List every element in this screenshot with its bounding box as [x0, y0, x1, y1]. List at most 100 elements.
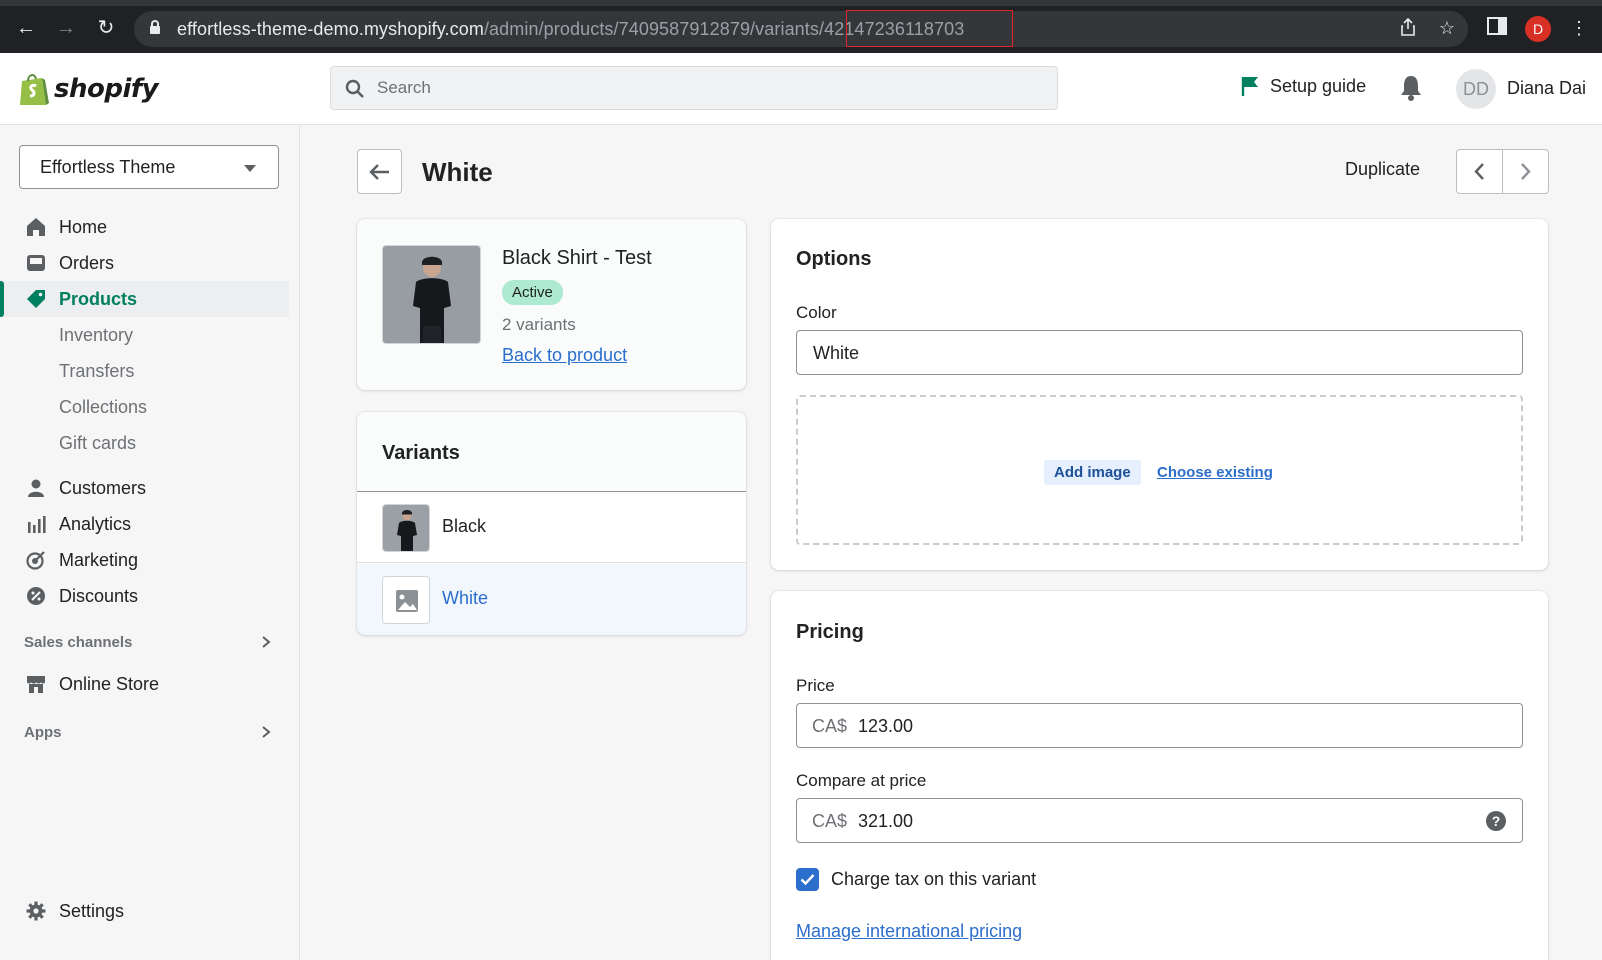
share-icon[interactable]	[1397, 17, 1419, 39]
price-label: Price	[796, 676, 835, 695]
variant-pagination	[1456, 149, 1549, 194]
sidebar-subitem-collections[interactable]: Collections	[59, 397, 147, 418]
choose-existing-link[interactable]: Choose existing	[1157, 464, 1273, 481]
sidebar-item-label: Marketing	[59, 550, 139, 570]
color-value: White	[813, 343, 860, 363]
sidebar-item-label: Products	[59, 289, 138, 309]
apps-heading[interactable]: Apps	[24, 724, 62, 741]
sidebar-item-marketing[interactable]: Marketing	[0, 542, 290, 578]
back-to-product-link[interactable]: Back to product	[502, 345, 627, 366]
browser-forward-icon[interactable]: →	[54, 16, 78, 40]
chevron-right-icon	[1521, 163, 1531, 180]
image-dropzone[interactable]: Add image Choose existing	[796, 395, 1523, 545]
browser-chrome: ← → ↻ effortless-theme-demo.myshopify.co…	[0, 0, 1602, 53]
help-icon[interactable]: ?	[1486, 811, 1506, 831]
product-image	[382, 245, 481, 344]
product-summary-card: Black Shirt - Test Active 2 variants Bac…	[357, 219, 746, 390]
sidebar-item-orders[interactable]: Orders	[0, 245, 290, 281]
variants-card: Variants Black White	[357, 412, 746, 635]
bar-chart-icon	[28, 516, 46, 533]
search-bar[interactable]	[330, 66, 1058, 110]
next-variant-button[interactable]	[1503, 150, 1548, 193]
checkmark-icon	[800, 874, 815, 886]
charge-tax-checkbox[interactable]	[796, 868, 819, 891]
tab-strip-edge	[0, 0, 1602, 6]
sidebar-item-home[interactable]: Home	[0, 209, 290, 245]
sidebar-item-discounts[interactable]: Discounts	[0, 578, 290, 614]
price-field[interactable]: CA$ 123.00	[796, 703, 1523, 748]
active-indicator	[0, 281, 4, 317]
color-label: Color	[796, 303, 837, 322]
duplicate-button[interactable]: Duplicate	[1345, 159, 1420, 180]
page-title: White	[422, 157, 493, 187]
user-name[interactable]: Diana Dai	[1507, 78, 1586, 99]
setup-guide-button[interactable]: Setup guide	[1240, 75, 1366, 97]
sidebar-item-label: Settings	[59, 901, 125, 921]
options-card: Options Color White Add image Choose exi…	[771, 219, 1548, 570]
product-name: Black Shirt - Test	[502, 247, 652, 269]
sidebar-item-label: Online Store	[59, 674, 160, 694]
sales-channels-heading[interactable]: Sales channels	[24, 634, 132, 651]
address-bar[interactable]: effortless-theme-demo.myshopify.com/admi…	[134, 11, 1468, 47]
notification-bell-icon[interactable]	[1399, 73, 1423, 101]
lock-icon	[150, 20, 160, 35]
avatar[interactable]: DD	[1456, 69, 1496, 109]
arrow-left-icon	[369, 164, 389, 180]
variant-row-white[interactable]: White	[357, 564, 746, 635]
store-icon	[27, 676, 45, 693]
browser-reload-icon[interactable]: ↻	[94, 16, 118, 40]
search-icon	[345, 79, 364, 98]
sidebar-item-products[interactable]: Products	[0, 281, 289, 317]
store-selector[interactable]: Effortless Theme	[19, 145, 279, 189]
previous-variant-button[interactable]	[1457, 150, 1502, 193]
compare-at-price-label: Compare at price	[796, 771, 927, 790]
variant-label: Black	[442, 516, 487, 536]
tag-icon	[27, 290, 45, 308]
chevron-right-icon[interactable]	[260, 726, 272, 738]
image-placeholder-icon	[382, 576, 430, 624]
sidebar-item-online-store[interactable]: Online Store	[0, 666, 290, 702]
currency-prefix: CA$	[812, 716, 848, 736]
variants-heading: Variants	[382, 442, 460, 464]
pricing-card: Pricing Price CA$ 123.00 Compare at pric…	[771, 591, 1548, 960]
sidebar-item-settings[interactable]: Settings	[0, 893, 290, 929]
store-name: Effortless Theme	[40, 157, 176, 177]
setup-guide-label: Setup guide	[1270, 75, 1367, 96]
status-badge: Active	[502, 280, 563, 305]
compare-at-price-field[interactable]: CA$ 321.00 ?	[796, 798, 1523, 843]
charge-tax-label[interactable]: Charge tax on this variant	[831, 869, 1036, 890]
browser-profile-avatar[interactable]: D	[1525, 16, 1551, 42]
browser-back-icon[interactable]: ←	[14, 16, 38, 40]
add-image-button[interactable]: Add image	[1044, 460, 1141, 485]
color-field[interactable]: White	[796, 330, 1523, 375]
back-button[interactable]	[357, 149, 402, 194]
sidebar-item-analytics[interactable]: Analytics	[0, 506, 290, 542]
url-host: effortless-theme-demo.myshopify.com	[177, 19, 484, 39]
browser-menu-icon[interactable]: ⋮	[1568, 17, 1590, 39]
sidebar-subitem-gift-cards[interactable]: Gift cards	[59, 433, 136, 454]
price-value: 123.00	[858, 716, 914, 736]
sidebar-subitem-inventory[interactable]: Inventory	[59, 325, 133, 346]
variant-count: 2 variants	[502, 315, 576, 334]
options-heading: Options	[796, 248, 872, 270]
bookmark-star-icon[interactable]: ☆	[1436, 17, 1458, 39]
search-input[interactable]	[377, 67, 1037, 109]
shopify-logo[interactable]: shopify	[18, 69, 159, 109]
gear-icon	[26, 901, 46, 921]
sidebar-subitem-transfers[interactable]: Transfers	[59, 361, 134, 382]
url-highlight-box	[846, 10, 1013, 47]
flag-icon	[1241, 77, 1258, 96]
sidebar: Effortless Theme Home Orders Products In…	[0, 125, 300, 960]
sidebar-item-customers[interactable]: Customers	[0, 470, 290, 506]
person-icon	[28, 479, 44, 497]
chevron-right-icon[interactable]	[260, 636, 272, 648]
manage-international-pricing-link[interactable]: Manage international pricing	[796, 921, 1022, 942]
sidebar-item-label: Analytics	[59, 514, 132, 534]
sidebar-item-label: Home	[59, 217, 108, 237]
admin-topbar: shopify Setup guide DD Diana Dai	[0, 53, 1602, 125]
side-panel-icon[interactable]	[1486, 17, 1508, 39]
chevron-left-icon	[1474, 163, 1484, 180]
variant-label: White	[442, 588, 489, 608]
variant-row-black[interactable]: Black	[357, 492, 746, 563]
discount-icon	[27, 587, 45, 605]
